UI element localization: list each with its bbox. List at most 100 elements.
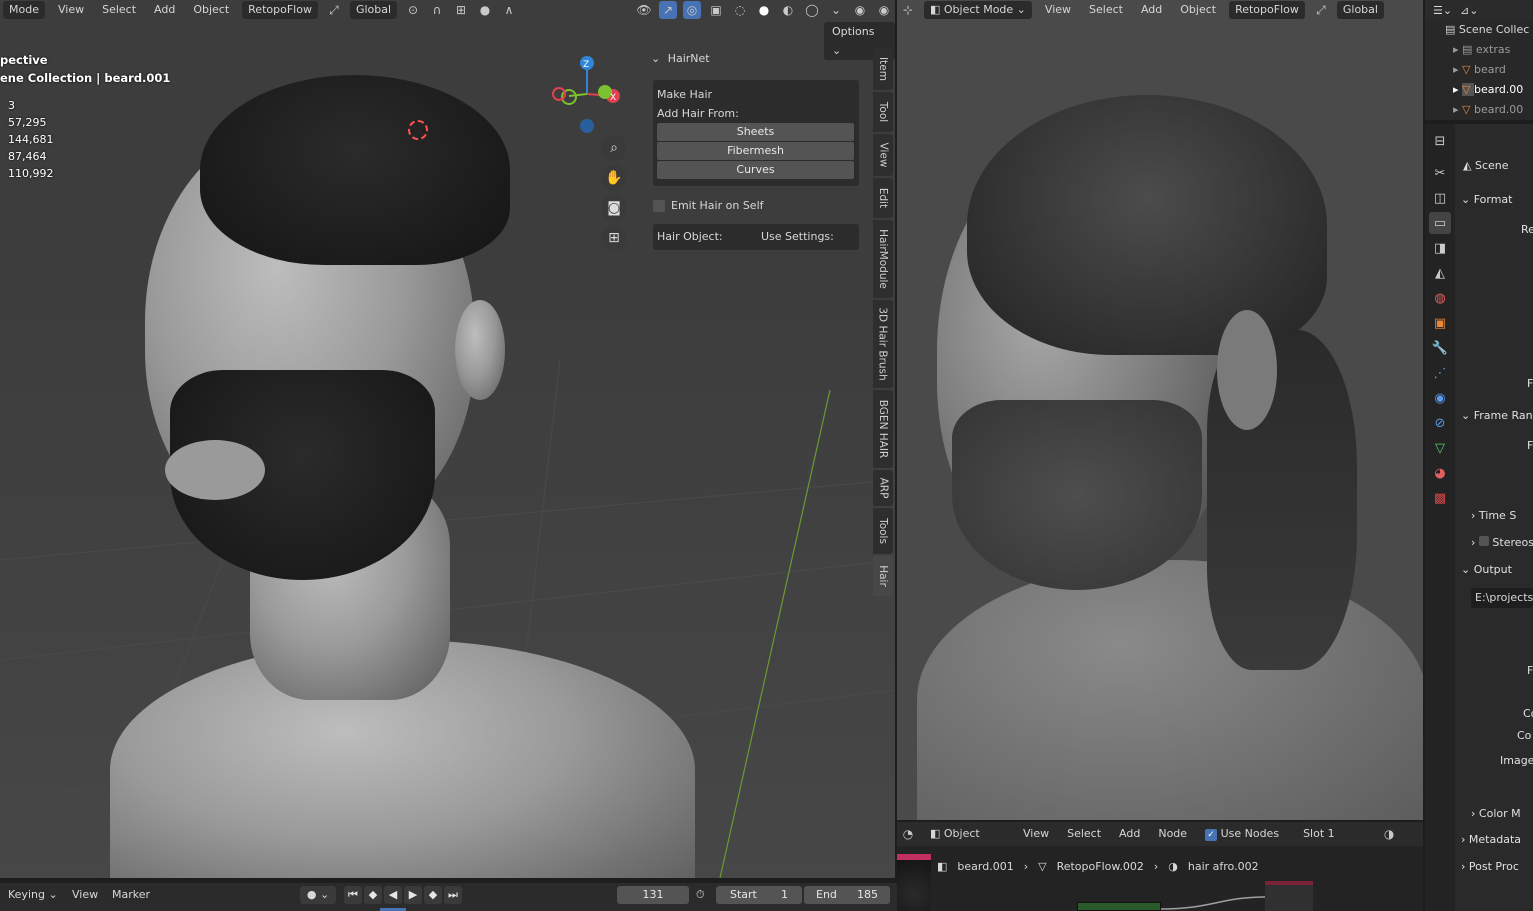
editor-type-icon[interactable]: ⊹	[899, 1, 917, 19]
menu-add[interactable]: Add	[146, 0, 183, 20]
r-menu-add[interactable]: Add	[1133, 0, 1170, 20]
node-material-output[interactable]	[1265, 881, 1313, 911]
start-frame-field[interactable]: Start 1	[716, 886, 802, 904]
outliner-item-extras[interactable]: ▸ ▤ extras	[1425, 40, 1533, 60]
zoom-icon[interactable]: ⌕	[601, 135, 627, 161]
outliner-item-beard[interactable]: ▸ ▽ beard	[1425, 60, 1533, 80]
viewport-left[interactable]: Mode View Select Add Object RetopoFlow ⤢…	[0, 0, 895, 878]
proportional-icon[interactable]: ●	[476, 1, 494, 19]
navigation-gizmo[interactable]: Z X	[545, 50, 625, 140]
section-post-processing[interactable]: › Post Proc	[1461, 857, 1519, 877]
r-menu-select[interactable]: Select	[1081, 0, 1131, 20]
constraints-icon[interactable]: ⊘	[1429, 412, 1451, 434]
jump-end-icon[interactable]: ⏭	[444, 886, 462, 904]
node-principled[interactable]	[1077, 902, 1161, 911]
visibility-icon[interactable]: 👁	[635, 1, 653, 19]
r-retopoflow-menu[interactable]: RetopoFlow	[1229, 1, 1305, 19]
use-nodes-toggle[interactable]: ✓ Use Nodes	[1197, 824, 1287, 844]
use-nodes-checkbox[interactable]: ✓	[1205, 829, 1218, 841]
menu-object[interactable]: Object	[185, 0, 237, 20]
display-mode-icon[interactable]: ☰⌄	[1433, 4, 1452, 17]
node-object-dropdown[interactable]: ◧ Object	[924, 825, 1010, 843]
render-icon[interactable]: ◫	[1429, 187, 1451, 209]
material-icon[interactable]: ◕	[1429, 462, 1451, 484]
section-time-stretching[interactable]: › Time S	[1471, 506, 1516, 526]
fibermesh-button[interactable]: Fibermesh	[657, 142, 854, 160]
object-icon[interactable]: ▣	[1429, 312, 1451, 334]
outliner-item-beard002[interactable]: ▸ ▽ beard.00	[1425, 100, 1533, 120]
tab-arp[interactable]: ARP	[873, 470, 893, 506]
material-shading-icon[interactable]: ◐	[779, 1, 797, 19]
outliner-item-beard001[interactable]: ▸ ▽ beard.00	[1425, 80, 1533, 100]
tab-hair[interactable]: Hair	[873, 556, 893, 596]
section-color-management[interactable]: › Color M	[1471, 804, 1521, 824]
stereo-checkbox[interactable]	[1478, 536, 1489, 546]
play-reverse-icon[interactable]: ◀	[384, 886, 402, 904]
end-frame-field[interactable]: End 185	[804, 886, 890, 904]
tab-tool[interactable]: Tool	[873, 92, 893, 132]
section-output[interactable]: ⌄ Output	[1461, 560, 1512, 580]
prev-keyframe-icon[interactable]: ◆	[364, 886, 382, 904]
node-menu-add[interactable]: Add	[1111, 824, 1148, 844]
node-menu-node[interactable]: Node	[1150, 824, 1195, 844]
retopoflow-menu[interactable]: RetopoFlow	[242, 1, 318, 19]
viewport-right[interactable]: ⊹ ◧ Object Mode ⌄ View Select Add Object…	[897, 0, 1423, 820]
output-icon[interactable]: ▭	[1429, 212, 1451, 234]
slot-dropdown[interactable]: Slot 1	[1297, 825, 1374, 843]
tab-item[interactable]: Item	[873, 48, 893, 90]
editor-type-icon[interactable]: ⊟	[1429, 130, 1451, 152]
shading-options-icon[interactable]: ⌄	[827, 1, 845, 19]
tool-icon[interactable]: ✂	[1429, 162, 1451, 184]
r-transform-orientation-dropdown[interactable]: Global	[1336, 1, 1384, 19]
3d-cursor[interactable]	[408, 120, 428, 140]
xray-icon[interactable]: ▣	[707, 1, 725, 19]
output-path-field[interactable]: E:\projects	[1471, 588, 1533, 608]
r-menu-object[interactable]: Object	[1172, 0, 1224, 20]
breadcrumb-mesh[interactable]: RetopoFlow.002	[1057, 860, 1144, 873]
current-frame-field[interactable]: 131	[617, 886, 689, 904]
rendered-shading-icon[interactable]: ◯	[803, 1, 821, 19]
tab-3d-hair-brush[interactable]: 3D Hair Brush	[873, 300, 893, 388]
object-mode-dropdown[interactable]: ◧ Object Mode ⌄	[924, 1, 1032, 19]
pivot-icon[interactable]: ⊙	[404, 1, 422, 19]
r-menu-view[interactable]: View	[1037, 0, 1079, 20]
render-region-icon[interactable]: ◉	[851, 1, 869, 19]
perspective-grid-icon[interactable]: ⊞	[601, 225, 627, 251]
camera-icon[interactable]: ◙	[601, 195, 627, 221]
node-editor[interactable]: ◧ beard.001 › ▽ RetopoFlow.002 › ◑ hair …	[897, 846, 1423, 911]
section-stereoscopy[interactable]: › Stereos	[1471, 533, 1533, 553]
keying-dropdown[interactable]: Keying ⌄	[8, 886, 64, 904]
solid-shading-icon[interactable]: ●	[755, 1, 773, 19]
node-menu-select[interactable]: Select	[1059, 824, 1109, 844]
tab-hairmodule[interactable]: HairModule	[873, 220, 893, 298]
hairnet-header[interactable]: ⌄ HairNet	[645, 48, 863, 70]
gizmo-toggle-icon[interactable]: ↗	[659, 1, 677, 19]
modifier-wrench-icon[interactable]: 🔧	[1429, 337, 1451, 359]
overlay-toggle-icon[interactable]: ◎	[683, 1, 701, 19]
curves-button[interactable]: Curves	[657, 161, 854, 179]
record-icon[interactable]: ● ⌄	[300, 886, 336, 904]
texture-icon[interactable]: ▩	[1429, 487, 1451, 509]
node-menu-view[interactable]: View	[1015, 824, 1057, 844]
wireframe-shading-icon[interactable]: ◌	[731, 1, 749, 19]
emit-hair-checkbox[interactable]	[653, 199, 665, 212]
tab-edit[interactable]: Edit	[873, 178, 893, 218]
jump-start-icon[interactable]: ⏮	[344, 886, 362, 904]
outliner-root[interactable]: ▤ Scene Collec	[1425, 20, 1533, 40]
section-metadata[interactable]: › Metadata	[1461, 830, 1521, 850]
timeline-menu-view[interactable]: View	[72, 886, 98, 904]
breadcrumb-object[interactable]: beard.001	[957, 860, 1013, 873]
section-format[interactable]: ⌄ Format	[1461, 190, 1512, 210]
physics-icon[interactable]: ◉	[1429, 387, 1451, 409]
tab-bgen-hair[interactable]: BGEN HAIR	[873, 390, 893, 468]
data-icon[interactable]: ▽	[1429, 437, 1451, 459]
world-icon[interactable]: ◍	[1429, 287, 1451, 309]
scene-icon[interactable]: ◭	[1429, 262, 1451, 284]
node-editor-type-icon[interactable]: ◔	[899, 825, 917, 843]
play-icon[interactable]: ▶	[404, 886, 422, 904]
tab-view[interactable]: View	[873, 134, 893, 176]
next-keyframe-icon[interactable]: ◆	[424, 886, 442, 904]
pan-hand-icon[interactable]: ✋	[601, 165, 627, 191]
render-preview-icon[interactable]: ◉	[875, 1, 893, 19]
filter-icon[interactable]: ⊿⌄	[1460, 4, 1478, 17]
